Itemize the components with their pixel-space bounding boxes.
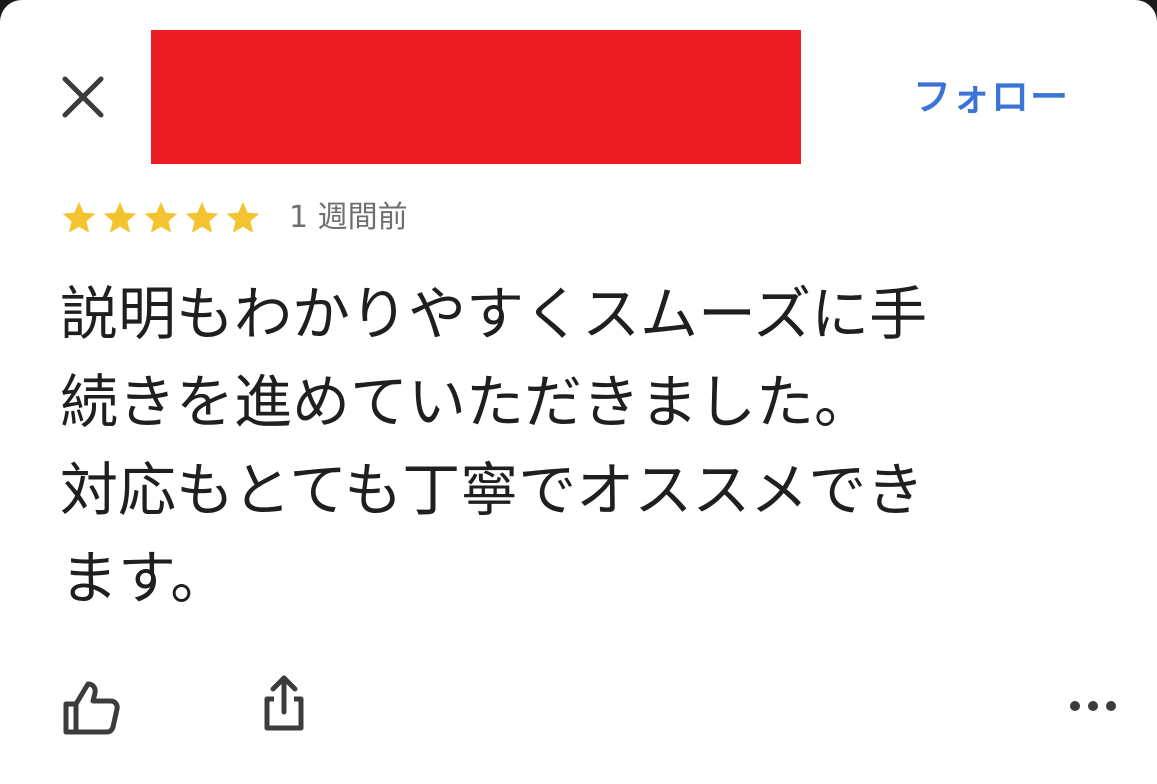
review-text: 説明もわかりやすくスムーズに手 続きを進めていただきました。 対応もとても丁寧で… — [60, 280, 928, 612]
star-icon — [183, 199, 221, 237]
follow-button[interactable]: フォロー — [913, 72, 1069, 122]
thumbs-up-icon — [63, 681, 120, 735]
review-card: フォロー 1 週間前 説明もわかりやすくスムーズに手 続きを進めていただきました… — [0, 0, 1157, 784]
like-button[interactable] — [60, 676, 122, 738]
star-icon — [224, 199, 262, 237]
close-icon — [62, 76, 104, 118]
share-button[interactable] — [256, 672, 312, 734]
star-icon — [101, 199, 139, 237]
redacted-reviewer-name — [151, 30, 801, 164]
more-options-button[interactable] — [1065, 688, 1121, 724]
star-icon — [142, 199, 180, 237]
share-icon — [264, 675, 304, 731]
close-button[interactable] — [56, 70, 110, 124]
review-time-ago: 1 週間前 — [289, 200, 408, 235]
star-icon — [60, 199, 98, 237]
star-rating — [60, 199, 265, 237]
rating-row: 1 週間前 — [60, 196, 408, 240]
more-horizontal-icon — [1070, 701, 1116, 711]
